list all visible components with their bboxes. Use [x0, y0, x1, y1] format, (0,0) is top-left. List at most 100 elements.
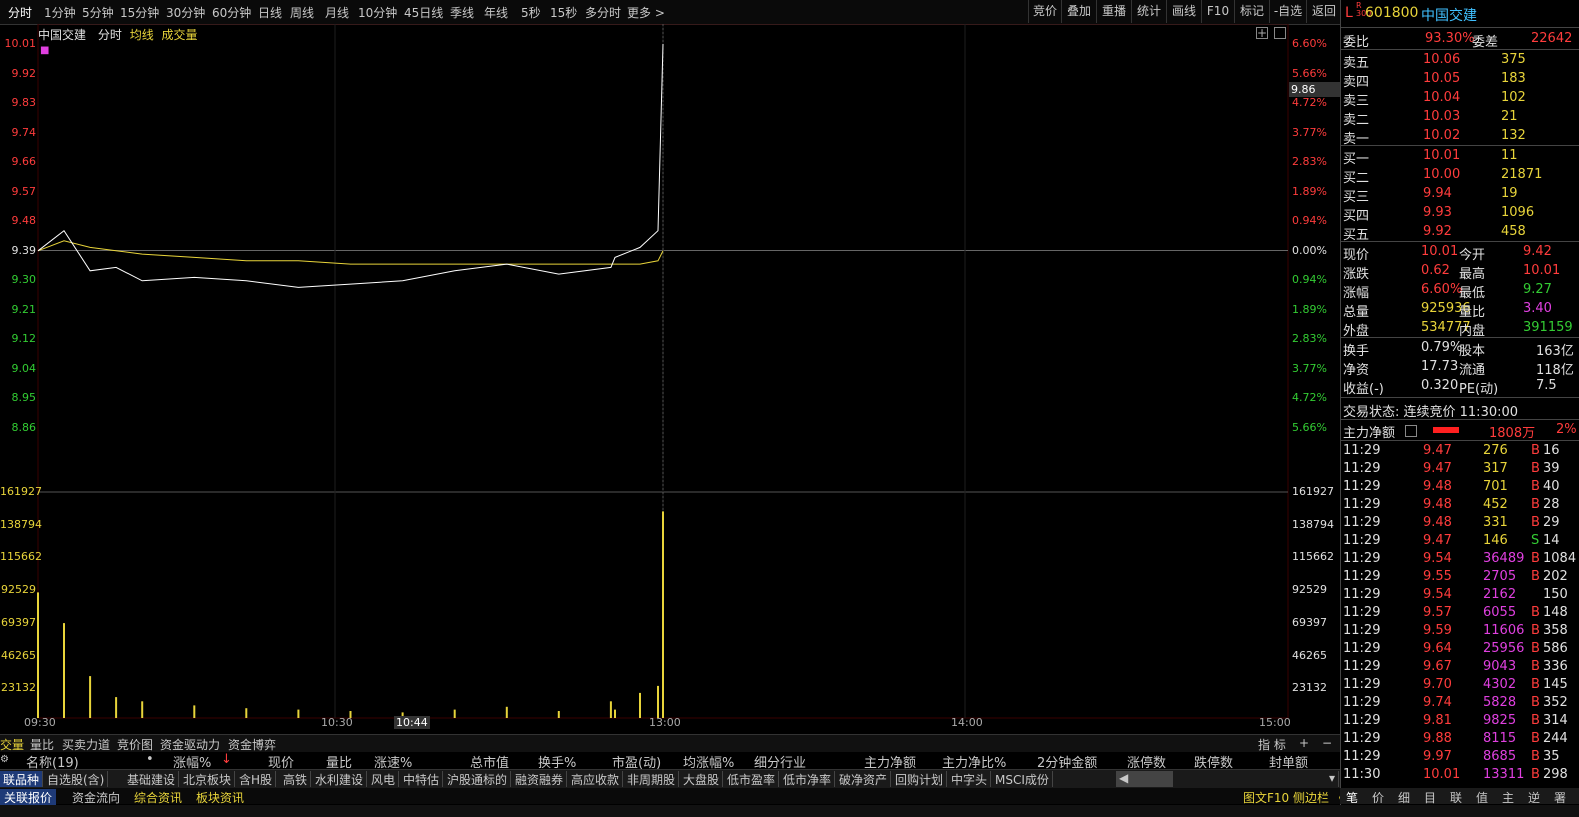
tab-volume[interactable]: 交量: [0, 736, 24, 753]
price-tick: 8.95: [11, 391, 37, 404]
tf-multi[interactable]: 多分时: [585, 4, 621, 21]
time-tick: 14:00: [951, 716, 983, 729]
volume-bar: [37, 592, 39, 718]
scroll-left-icon[interactable]: ◀: [1116, 771, 1173, 787]
remove-watchlist-button[interactable]: -自选: [1269, 0, 1306, 23]
tf-5min[interactable]: 5分钟: [82, 4, 114, 21]
tab-auction-chart[interactable]: 竞价图: [117, 736, 153, 753]
sector-tab[interactable]: 回购计划: [892, 771, 948, 787]
sector-tab[interactable]: 低市净率: [780, 771, 836, 787]
tf-30min[interactable]: 30分钟: [166, 4, 205, 21]
main-net-bar: [1433, 427, 1459, 433]
side-tab[interactable]: 价: [1372, 789, 1384, 806]
sort-down-icon[interactable]: ↓: [221, 752, 232, 767]
side-tab[interactable]: 联: [1450, 789, 1462, 806]
intraday-chart[interactable]: 中国交建 分时 均线 成交量 + ■ 10.01 9.92 9.83 9.74 9.66…: [0, 24, 1341, 734]
sector-tab[interactable]: 中字头: [948, 771, 992, 787]
sell-row: 卖三 10.04 102: [1343, 90, 1526, 109]
tf-year[interactable]: 年线: [484, 4, 508, 21]
quote-header: L R 300 601800 中国交建: [1341, 2, 1579, 25]
col-dot[interactable]: •: [146, 752, 154, 767]
quote-panel: L R 300 601800 中国交建 委比 93.30% 委差 22642 卖五…: [1340, 0, 1579, 817]
sector-tab[interactable]: 风电: [368, 771, 400, 787]
sector-tab[interactable]: 水利建设: [312, 771, 368, 787]
tab-volume-ratio[interactable]: 量比: [30, 736, 54, 753]
side-tab[interactable]: 主: [1502, 789, 1514, 806]
f10-button[interactable]: F10: [1201, 0, 1234, 23]
tf-15s[interactable]: 15秒: [550, 4, 577, 21]
trade-status: 交易状态: 连续竞价 11:30:00: [1343, 405, 1519, 420]
percent-tick: 5.66%: [1292, 420, 1327, 434]
side-tab[interactable]: 逆: [1528, 789, 1540, 806]
sector-tab[interactable]: 自选股(含): [44, 771, 109, 787]
tf-more[interactable]: 更多 >: [627, 4, 665, 21]
sector-tab[interactable]: 含H股: [236, 771, 277, 787]
sector-tab[interactable]: 联品种: [0, 771, 44, 787]
side-tab[interactable]: 目: [1424, 789, 1436, 806]
tf-45day[interactable]: 45日线: [404, 4, 443, 21]
replay-button[interactable]: 重播: [1096, 0, 1131, 23]
buy-row: 买一 10.01 11: [1343, 148, 1518, 167]
tf-month[interactable]: 月线: [325, 4, 349, 21]
sector-tab[interactable]: 基础建设: [124, 771, 180, 787]
percent-tick: 5.66%: [1292, 66, 1327, 80]
volume-tick-left: 92529: [1, 583, 36, 597]
tab-sector-news[interactable]: 板块资讯: [196, 789, 244, 806]
price-tick: 9.21: [11, 302, 37, 316]
sector-tab[interactable]: 大盘股: [680, 771, 724, 787]
side-tab[interactable]: 细: [1398, 789, 1410, 806]
overlay-button[interactable]: 叠加: [1061, 0, 1096, 23]
sector-tab[interactable]: 中特估: [400, 771, 444, 787]
tick-row: 11:29 9.48 701 B 40: [1343, 479, 1560, 494]
side-tab[interactable]: 值: [1476, 789, 1488, 806]
tf-60min[interactable]: 60分钟: [212, 4, 251, 21]
sector-tab[interactable]: 沪股通标的: [444, 771, 512, 787]
sector-tab[interactable]: 低市盈率: [724, 771, 780, 787]
tab-related-quotes[interactable]: 关联报价: [0, 789, 57, 806]
sector-tab[interactable]: 北京板块: [180, 771, 236, 787]
mark-button[interactable]: 标记: [1234, 0, 1269, 23]
tf-week[interactable]: 周线: [290, 4, 314, 21]
stat-row: 总量 925936 量比 3.40: [1343, 301, 1552, 320]
volume-bar: [115, 697, 118, 718]
sector-tab[interactable]: 高应收款: [568, 771, 624, 787]
indicator-button[interactable]: 指 标: [1258, 736, 1286, 753]
tf-10min[interactable]: 10分钟: [358, 4, 397, 21]
draw-button[interactable]: 画线: [1166, 0, 1201, 23]
remove-indicator-button[interactable]: −: [1322, 736, 1332, 750]
tf-fenshi[interactable]: 分时: [8, 4, 32, 21]
sector-tab[interactable]: 高铁: [280, 771, 312, 787]
volume-tick: 138794: [1292, 517, 1334, 531]
sector-tab[interactable]: 融资融券: [512, 771, 568, 787]
stats-button[interactable]: 统计: [1131, 0, 1166, 23]
sector-tab[interactable]: 非周期股: [624, 771, 680, 787]
percent-tick: 4.72%: [1292, 391, 1327, 404]
sector-tab[interactable]: 破净资产: [836, 771, 892, 787]
side-tab[interactable]: 署: [1554, 789, 1566, 806]
tf-season[interactable]: 季线: [450, 4, 474, 21]
back-button[interactable]: 返回: [1306, 0, 1341, 23]
auction-button[interactable]: 竞价: [1028, 0, 1061, 23]
settings-gear-icon[interactable]: ⚙: [0, 754, 9, 765]
scroll-right-icon[interactable]: ▾: [1326, 771, 1340, 787]
tick-row: 11:29 9.54 2162 150: [1343, 587, 1568, 602]
tf-1min[interactable]: 1分钟: [44, 4, 76, 21]
side-tab[interactable]: 笔: [1346, 789, 1358, 806]
related-table-header: ⚙ 名称(19) • 涨幅% ↓ 现价 量比 涨速% 总市值 换手% 市盈(动)…: [0, 752, 1340, 771]
tf-15min[interactable]: 15分钟: [120, 4, 159, 21]
tf-5s[interactable]: 5秒: [521, 4, 541, 21]
add-indicator-button[interactable]: +: [1299, 736, 1309, 750]
tab-fund-game[interactable]: 资金博弈: [228, 736, 276, 753]
sector-tab[interactable]: MSCI成份: [992, 771, 1053, 787]
tab-fund-drive[interactable]: 资金驱动力: [160, 736, 220, 753]
volume-bar: [453, 709, 456, 718]
list-icon[interactable]: [1405, 425, 1417, 437]
tab-news[interactable]: 综合资讯: [134, 789, 182, 806]
tf-day[interactable]: 日线: [258, 4, 282, 21]
time-tick: 13:00: [649, 716, 681, 729]
tab-buysell-power[interactable]: 买卖力道: [62, 736, 110, 753]
price-tick: 9.83: [11, 96, 37, 109]
tab-fund-flow[interactable]: 资金流向: [72, 789, 120, 806]
sidebar-toggle[interactable]: 图文F10 侧边栏 《: [1243, 789, 1345, 806]
tick-row: 11:29 9.47 146 S 14: [1343, 533, 1560, 548]
